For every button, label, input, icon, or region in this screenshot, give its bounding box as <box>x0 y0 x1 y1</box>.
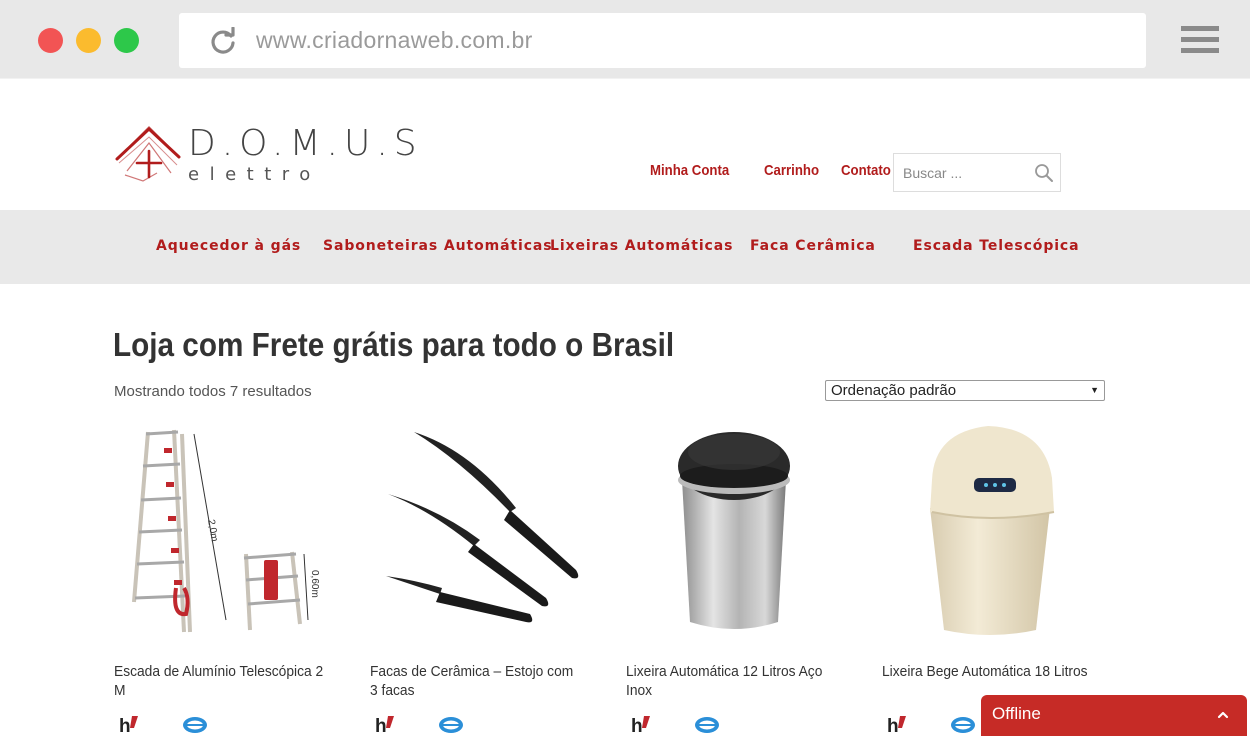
chat-status: Offline <box>992 704 1041 723</box>
logo-subtitle: elettro <box>188 164 321 185</box>
product-name[interactable]: Lixeira Bege Automática 18 Litros <box>882 662 1094 681</box>
product-image-ladder[interactable]: 2,0m 0,60m <box>114 420 344 645</box>
category-lixeiras[interactable]: Lixeiras Automáticas <box>550 238 733 254</box>
nav-contato[interactable]: Contato <box>841 162 891 179</box>
brand-logo-icon: h <box>375 716 387 736</box>
reload-icon[interactable] <box>209 27 237 55</box>
search-box <box>893 153 1061 192</box>
orderby-selected: Ordenação padrão <box>831 382 957 399</box>
site-header: D.O.M.U.S elettro Minha Conta Carrinho C… <box>0 78 1250 210</box>
brand-logo-icon: h <box>119 716 131 736</box>
search-icon[interactable] <box>1034 163 1054 183</box>
payment-badges: h <box>119 716 207 736</box>
close-window-button[interactable] <box>38 28 63 53</box>
ladder-height-label: 2,0m <box>205 519 220 543</box>
result-count: Mostrando todos 7 resultados <box>114 383 312 400</box>
url-text[interactable]: www.criadornaweb.com.br <box>256 27 533 54</box>
product-name[interactable]: Facas de Cerâmica – Estojo com 3 facas <box>370 662 582 700</box>
browser-chrome: www.criadornaweb.com.br <box>0 0 1250 78</box>
category-escada[interactable]: Escada Telescópica <box>913 238 1079 254</box>
dropdown-arrow-icon: ▼ <box>1090 385 1099 395</box>
product-image-knives[interactable] <box>370 420 600 645</box>
product-image-beige-bin[interactable] <box>882 420 1112 645</box>
chat-widget[interactable]: Offline <box>981 695 1247 736</box>
product-name[interactable]: Escada de Alumínio Telescópica 2 M <box>114 662 326 700</box>
logo-house-icon <box>115 125 181 182</box>
ladder-folded-label: 0,60m <box>309 570 320 598</box>
payment-badges: h <box>375 716 463 736</box>
brand-logo-icon: h <box>887 716 899 736</box>
product-name[interactable]: Lixeira Automática 12 Litros Aço Inox <box>626 662 838 700</box>
minimize-window-button[interactable] <box>76 28 101 53</box>
payment-badges: h <box>887 716 975 736</box>
product-image-steel-bin[interactable] <box>626 420 856 645</box>
search-input[interactable] <box>894 154 1024 191</box>
chevron-up-icon[interactable] <box>1217 710 1229 720</box>
orderby-select[interactable]: Ordenação padrão ▼ <box>825 380 1105 401</box>
nav-minha-conta[interactable]: Minha Conta <box>650 162 729 179</box>
brand-logo-icon: h <box>631 716 643 736</box>
site-logo[interactable]: D.O.M.U.S elettro <box>113 123 417 189</box>
category-nav: Aquecedor à gás Saboneteiras Automáticas… <box>0 210 1250 284</box>
category-faca-ceramica[interactable]: Faca Cerâmica <box>750 238 876 254</box>
nav-carrinho[interactable]: Carrinho <box>764 162 819 179</box>
logo-title: D.O.M.U.S <box>188 123 423 164</box>
category-saboneteiras[interactable]: Saboneteiras Automáticas <box>323 238 553 254</box>
category-aquecedor[interactable]: Aquecedor à gás <box>156 238 301 254</box>
address-bar[interactable]: www.criadornaweb.com.br <box>179 13 1146 68</box>
browser-menu-icon[interactable] <box>1181 26 1219 54</box>
payment-badges: h <box>631 716 719 736</box>
page-title: Loja com Frete grátis para todo o Brasil <box>113 326 675 363</box>
maximize-window-button[interactable] <box>114 28 139 53</box>
top-nav: Minha Conta Carrinho Contato <box>650 162 897 179</box>
